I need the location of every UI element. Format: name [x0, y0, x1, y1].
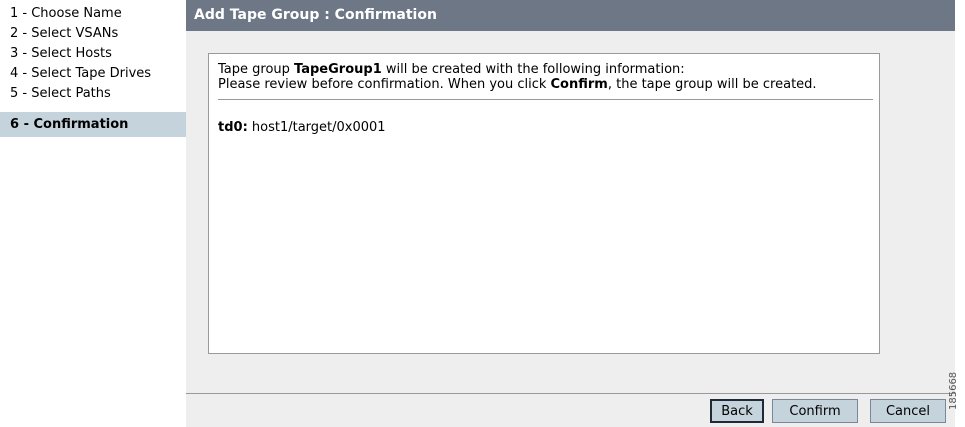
step-select-vsans[interactable]: 2 - Select VSANs — [0, 24, 186, 44]
cancel-button[interactable]: Cancel — [870, 399, 946, 423]
entry-key: td0: — [218, 120, 248, 135]
group-name: TapeGroup1 — [294, 62, 382, 77]
line1-suffix: will be created with the following infor… — [381, 62, 685, 77]
line2-suffix: , the tape group will be created. — [607, 77, 817, 92]
confirmation-message: Tape group TapeGroup1 will be created wi… — [218, 62, 873, 92]
step-choose-name[interactable]: 1 - Choose Name — [0, 4, 186, 24]
message-line-2: Please review before confirmation. When … — [218, 77, 873, 92]
line1-prefix: Tape group — [218, 62, 295, 77]
confirm-word: Confirm — [550, 77, 608, 92]
message-line-1: Tape group TapeGroup1 will be created wi… — [218, 62, 873, 77]
line2-prefix: Please review before confirmation. When … — [218, 77, 551, 92]
step-select-paths[interactable]: 5 - Select Paths — [0, 84, 186, 104]
page-title: Add Tape Group : Confirmation — [186, 0, 955, 31]
tape-drive-entry: td0: host1/target/0x0001 — [218, 120, 873, 135]
step-confirmation[interactable]: 6 - Confirmation — [0, 112, 186, 137]
divider — [218, 99, 873, 100]
confirmation-box: Tape group TapeGroup1 will be created wi… — [208, 53, 880, 354]
entry-value: host1/target/0x0001 — [247, 120, 386, 135]
footer-bar: Back Confirm Cancel — [186, 394, 955, 427]
main-panel: Tape group TapeGroup1 will be created wi… — [186, 31, 955, 393]
back-button[interactable]: Back — [710, 399, 764, 423]
step-select-hosts[interactable]: 3 - Select Hosts — [0, 44, 186, 64]
wizard-steps: 1 - Choose Name 2 - Select VSANs 3 - Sel… — [0, 0, 186, 427]
confirm-button[interactable]: Confirm — [772, 399, 858, 423]
figure-id: 185668 — [948, 371, 959, 410]
step-select-tape-drives[interactable]: 4 - Select Tape Drives — [0, 64, 186, 84]
